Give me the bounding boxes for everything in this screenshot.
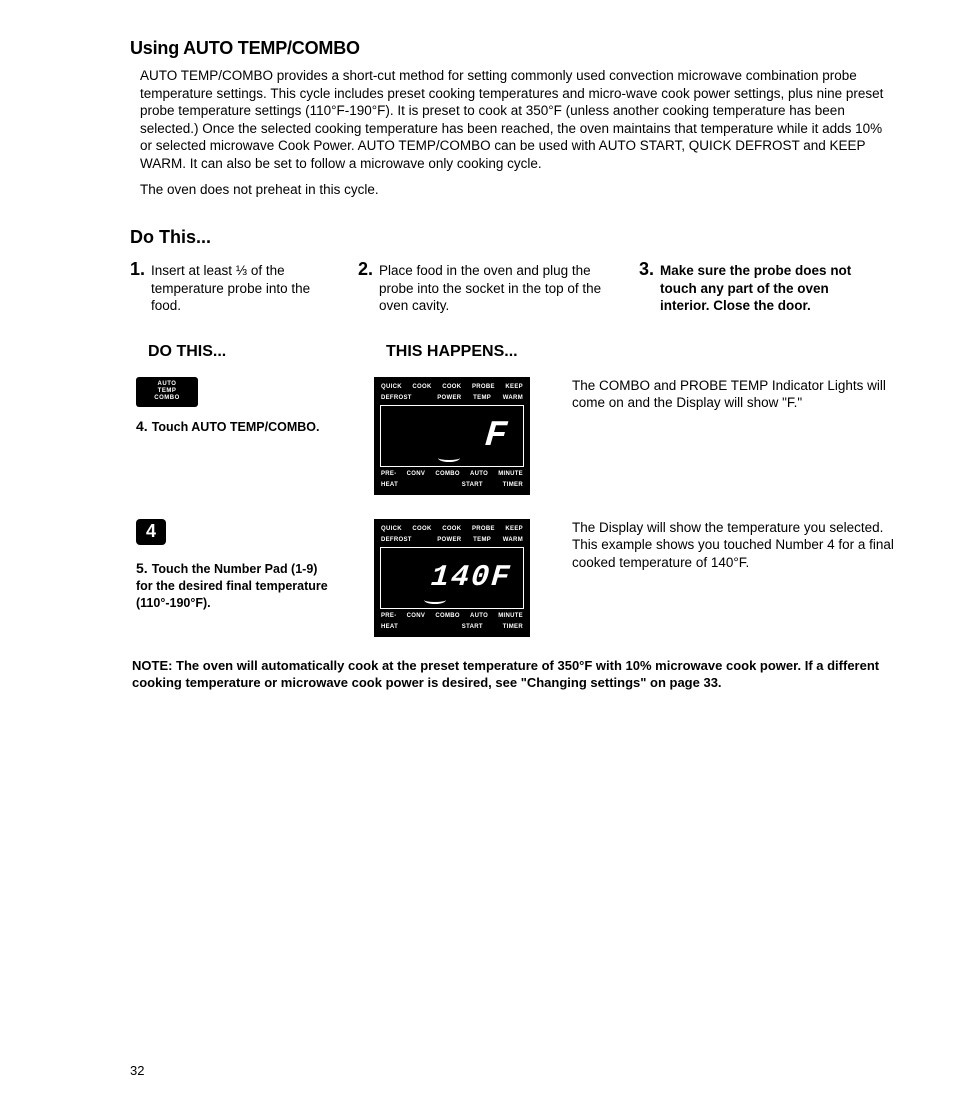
display-value-140f: 140F [429, 561, 512, 595]
lbl2-power: POWER [437, 536, 461, 545]
display2-top-labels: QUICK COOK COOK PROBE KEEP [377, 522, 527, 536]
lbl-minute: MINUTE [498, 470, 523, 479]
step-2-number: 2. [358, 260, 373, 315]
lbl-probe: PROBE [472, 383, 495, 392]
lbl-start: START [462, 481, 483, 490]
two-column-header: DO THIS... THIS HAPPENS... [148, 343, 894, 361]
btn-line-2: TEMP [158, 388, 177, 395]
lbl2-quick: QUICK [381, 525, 402, 534]
note-paragraph: NOTE: The oven will automatically cook a… [132, 657, 894, 692]
heading-using-auto-temp-combo: Using AUTO TEMP/COMBO [130, 38, 894, 59]
row1-result-text: The COMBO and PROBE TEMP Indicator Light… [556, 377, 894, 412]
lbl-conv: CONV [407, 470, 426, 479]
lbl-auto: AUTO [470, 470, 488, 479]
btn-line-3: COMBO [154, 395, 180, 402]
lbl-blank3 [440, 481, 442, 490]
lbl2-warm: WARM [503, 536, 523, 545]
display-top-labels-2: DEFROST POWER TEMP WARM [377, 394, 527, 405]
lbl2-minute: MINUTE [498, 612, 523, 621]
step-1-number: 1. [130, 260, 145, 315]
step-4-number: 4. [136, 418, 148, 434]
lbl2-combo: COMBO [435, 612, 460, 621]
lbl-heat: HEAT [381, 481, 398, 490]
lbl-pre: PRE- [381, 470, 397, 479]
lbl2-cook2: COOK [442, 525, 461, 534]
lbl-keep: KEEP [505, 383, 523, 392]
display-screen-2: 140F [380, 547, 524, 609]
lbl-quick: QUICK [381, 383, 402, 392]
row2-result-text: The Display will show the temperature yo… [556, 519, 894, 572]
row2-display: QUICK COOK COOK PROBE KEEP DEFROST POWER… [374, 519, 556, 637]
lbl2-temp: TEMP [473, 536, 491, 545]
number-4-button-graphic: 4 [136, 519, 166, 545]
instruction-row-2: 4 5.Touch the Number Pad (1-9) for the d… [136, 519, 894, 637]
btn-line-1: AUTO [158, 381, 177, 388]
row1-left: AUTO TEMP COMBO 4. Touch AUTO TEMP/COMBO. [136, 377, 374, 436]
lbl-cook2: COOK [442, 383, 461, 392]
lbl2-blank2 [418, 623, 420, 632]
lbl-blank [424, 394, 426, 403]
display-bot-labels-2: HEAT START TIMER [377, 481, 527, 492]
row2-left: 4 5.Touch the Number Pad (1-9) for the d… [136, 519, 374, 612]
display2-bot-labels-2: HEAT START TIMER [377, 623, 527, 634]
page: Using AUTO TEMP/COMBO AUTO TEMP/COMBO pr… [0, 0, 954, 1106]
step-5: 5.Touch the Number Pad (1-9) for the des… [136, 559, 336, 612]
row1-display: QUICK COOK COOK PROBE KEEP DEFROST POWER… [374, 377, 556, 495]
display-bot-labels: PRE- CONV COMBO AUTO MINUTE [377, 467, 527, 481]
lbl-timer: TIMER [503, 481, 523, 490]
intro-paragraph: AUTO TEMP/COMBO provides a short-cut met… [140, 67, 894, 172]
lbl-power: POWER [437, 394, 461, 403]
step-5-text: Touch the Number Pad (1-9) for the desir… [136, 562, 328, 610]
lbl2-cook1: COOK [412, 525, 431, 534]
step-2: 2. Place food in the oven and plug the p… [358, 262, 623, 315]
col-head-this-happens: THIS HAPPENS... [386, 343, 518, 361]
step-4: 4. Touch AUTO TEMP/COMBO. [136, 417, 374, 436]
step-3-number: 3. [639, 260, 654, 315]
display-panel-2: QUICK COOK COOK PROBE KEEP DEFROST POWER… [374, 519, 530, 637]
lbl2-pre: PRE- [381, 612, 397, 621]
display-panel-1: QUICK COOK COOK PROBE KEEP DEFROST POWER… [374, 377, 530, 495]
step-2-text: Place food in the oven and plug the prob… [379, 262, 623, 315]
display2-top-labels-2: DEFROST POWER TEMP WARM [377, 536, 527, 547]
lbl2-blank3 [440, 623, 442, 632]
heading-do-this: Do This... [130, 227, 894, 248]
intro-paragraph-2: The oven does not preheat in this cycle. [140, 182, 894, 199]
step-1-text: Insert at least ⅓ of the temperature pro… [151, 262, 342, 315]
page-number: 32 [130, 1063, 144, 1078]
lbl2-heat: HEAT [381, 623, 398, 632]
lbl2-timer: TIMER [503, 623, 523, 632]
lbl2-keep: KEEP [505, 525, 523, 534]
lbl-temp: TEMP [473, 394, 491, 403]
lbl-cook1: COOK [412, 383, 431, 392]
step-3-text: Make sure the probe does not touch any p… [660, 262, 859, 315]
step-3: 3. Make sure the probe does not touch an… [639, 262, 859, 315]
steps-row: 1. Insert at least ⅓ of the temperature … [130, 262, 894, 315]
step-5-number: 5. [136, 560, 148, 576]
lbl2-blank [424, 536, 426, 545]
lbl2-defrost: DEFROST [381, 536, 412, 545]
lbl-defrost: DEFROST [381, 394, 412, 403]
lbl2-auto: AUTO [470, 612, 488, 621]
display-screen-1: F [380, 405, 524, 467]
display-swoosh-icon-2 [424, 596, 446, 604]
lbl-combo: COMBO [435, 470, 460, 479]
step-4-text: Touch AUTO TEMP/COMBO. [152, 420, 320, 434]
display-swoosh-icon [438, 454, 460, 462]
lbl2-conv: CONV [407, 612, 426, 621]
auto-temp-combo-button-graphic: AUTO TEMP COMBO [136, 377, 198, 407]
instruction-row-1: AUTO TEMP COMBO 4. Touch AUTO TEMP/COMBO.… [136, 377, 894, 495]
step-1: 1. Insert at least ⅓ of the temperature … [130, 262, 342, 315]
display2-bot-labels: PRE- CONV COMBO AUTO MINUTE [377, 609, 527, 623]
lbl-warm: WARM [503, 394, 523, 403]
lbl-blank2 [418, 481, 420, 490]
lbl2-start: START [462, 623, 483, 632]
display-value-f: F [484, 415, 513, 456]
lbl2-probe: PROBE [472, 525, 495, 534]
col-head-do-this: DO THIS... [148, 343, 386, 361]
display-top-labels: QUICK COOK COOK PROBE KEEP [377, 380, 527, 394]
